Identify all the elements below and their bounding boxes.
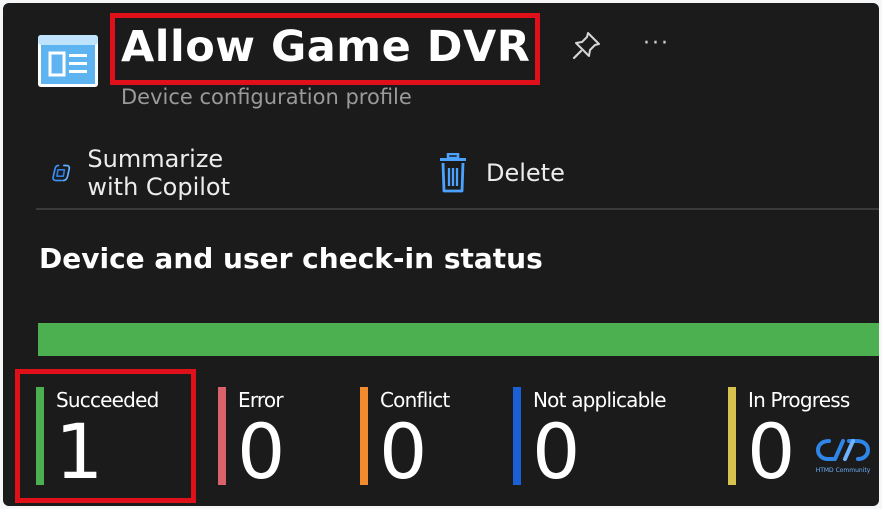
stat-succeeded[interactable]: Succeeded 1 [36, 387, 186, 492]
stat-not-applicable[interactable]: Not applicable 0 [513, 387, 703, 492]
delete-label: Delete [486, 159, 565, 187]
page-title: Allow Game DVR [121, 22, 531, 72]
page-subtitle: Device configuration profile [121, 85, 412, 109]
more-options-button[interactable]: ··· [643, 29, 670, 59]
stat-value: 0 [532, 407, 581, 496]
profile-panel: Allow Game DVR ··· Device configuration … [3, 3, 879, 506]
toolbar-divider [36, 208, 879, 210]
delete-button[interactable]: Delete [436, 148, 565, 198]
stat-value: 0 [379, 407, 428, 496]
pin-icon[interactable] [569, 29, 603, 63]
not-applicable-color-stripe [513, 387, 521, 485]
stat-value: 1 [55, 407, 104, 496]
succeeded-bar-segment [38, 323, 879, 356]
watermark-text: HTMD Community [815, 467, 871, 474]
config-profile-icon [38, 35, 98, 87]
succeeded-color-stripe [36, 387, 44, 485]
copilot-icon [52, 164, 71, 182]
stat-value: 0 [237, 407, 286, 496]
summarize-copilot-button[interactable]: Summarize with Copilot [51, 145, 241, 201]
trash-icon [440, 153, 466, 193]
conflict-color-stripe [360, 387, 368, 485]
check-in-status-bar [38, 323, 879, 356]
stat-error[interactable]: Error 0 [218, 387, 338, 492]
htmd-logo-icon [815, 439, 871, 461]
summarize-copilot-label: Summarize with Copilot [87, 145, 231, 201]
stat-value: 0 [747, 407, 796, 496]
stat-conflict[interactable]: Conflict 0 [360, 387, 490, 492]
section-title: Device and user check-in status [39, 242, 543, 275]
error-color-stripe [218, 387, 226, 485]
htmd-watermark: HTMD Community [813, 433, 873, 478]
in-progress-color-stripe [728, 387, 736, 485]
